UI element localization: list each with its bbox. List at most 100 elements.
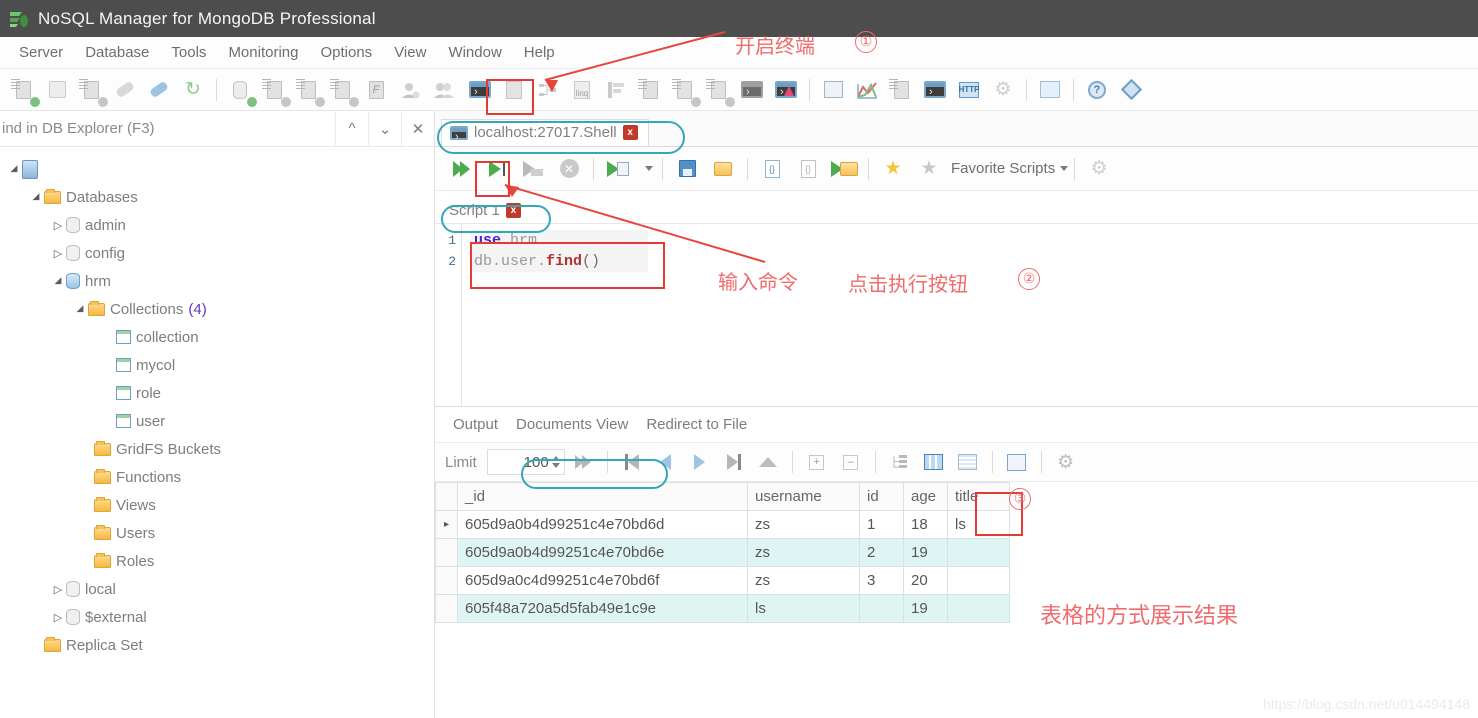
home-icon[interactable] [1035,75,1065,105]
export-icon[interactable] [703,75,735,107]
cell-title[interactable] [947,594,1010,623]
menu-item-options[interactable]: Options [309,42,383,63]
collapse-icon[interactable] [753,447,783,477]
add-favorite-icon[interactable]: ★ [878,154,908,184]
menu-item-tools[interactable]: Tools [160,42,217,63]
tree-item-hrm[interactable]: hrm [6,267,434,295]
cell-id[interactable]: 605d9a0b4d99251c4e70bd6d [457,510,748,539]
tree-item-role[interactable]: role [6,379,434,407]
cell-username[interactable]: zs [747,510,860,539]
script-editor[interactable]: 1 2 use hrm db.user.find() [435,223,1478,406]
new-view-icon[interactable] [293,75,325,107]
tree-item-functions[interactable]: Functions [6,463,434,491]
cell-age[interactable]: 20 [903,566,948,595]
twisty-icon[interactable] [50,611,66,624]
execute-statement-icon[interactable] [482,154,512,184]
table-view-icon[interactable] [635,75,665,105]
column-header-title[interactable]: title [947,482,1010,511]
script-tab[interactable]: Script 1 x [443,200,529,223]
table-row[interactable]: 605d9a0c4d99251c4e70bd6f zs 3 20 [435,566,1010,595]
results-table-container[interactable]: _id username id age title ▸ 605d9a0b4d99… [435,482,1478,718]
cell-age[interactable]: 19 [903,594,948,623]
chevron-up-icon[interactable]: ^ [335,111,368,146]
cell-username[interactable]: zs [747,566,860,595]
prev-page-icon[interactable] [651,447,681,477]
menu-item-window[interactable]: Window [437,42,512,63]
tab-redirect-to-file[interactable]: Redirect to File [638,413,755,436]
column-header-age[interactable]: age [903,482,948,511]
backup-icon[interactable] [737,75,767,105]
tree-item-databases[interactable]: Databases [6,183,434,211]
close-icon[interactable]: ✕ [401,111,434,146]
tree-view-icon[interactable] [885,447,915,477]
expand-all-icon[interactable]: + [802,447,832,477]
tree-item-user[interactable]: user [6,407,434,435]
twisty-icon[interactable] [50,583,66,596]
table-view-icon[interactable] [919,447,949,477]
twisty-icon[interactable] [50,219,66,232]
tree-item-admin[interactable]: admin [6,211,434,239]
about-icon[interactable] [1116,75,1146,105]
menu-item-monitoring[interactable]: Monitoring [217,42,309,63]
tree-item-gridfs-buckets[interactable]: GridFS Buckets [6,435,434,463]
twisty-icon[interactable] [28,192,44,203]
table-row[interactable]: 605d9a0b4d99251c4e70bd6e zs 2 19 [435,538,1010,567]
shell-tab[interactable]: localhost:27017.Shell x [441,119,649,146]
new-user-icon[interactable] [395,75,425,105]
tree-item-external[interactable]: $external [6,603,434,631]
new-database-icon[interactable] [225,75,257,107]
disconnect-icon[interactable] [144,75,174,105]
new-connection-icon[interactable] [8,75,40,107]
fetch-all-icon[interactable] [568,447,598,477]
results-settings-icon[interactable]: ⚙ [1051,447,1081,477]
script-tab-close-icon[interactable]: x [505,203,521,218]
open-document-editor-icon[interactable] [499,75,529,105]
tree-item-local[interactable]: local [6,575,434,603]
twisty-icon[interactable] [50,247,66,260]
chart-icon[interactable] [852,75,882,105]
open-script-icon[interactable] [708,154,738,184]
open-shell-icon[interactable] [465,75,495,105]
next-page-icon[interactable] [685,447,715,477]
cell-age[interactable]: 18 [903,510,948,539]
cell-id[interactable]: 605d9a0b4d99251c4e70bd6e [457,538,748,567]
tree-item-collection[interactable]: collection [6,323,434,351]
cell-idnum[interactable] [859,594,904,623]
twisty-icon[interactable] [72,304,88,315]
first-page-icon[interactable] [617,447,647,477]
tree-item-roles[interactable]: Roles [6,547,434,575]
execute-all-icon[interactable] [446,154,476,184]
tab-documents-view[interactable]: Documents View [508,413,636,436]
twisty-icon[interactable] [6,164,22,175]
remove-favorite-icon[interactable]: ★ [914,154,944,184]
column-header-id[interactable]: _id [457,482,748,511]
menu-item-view[interactable]: View [383,42,437,63]
editor-code-area[interactable]: use hrm db.user.find() [461,224,1478,406]
settings-gear-icon[interactable]: ⚙ [988,75,1018,105]
tab-output[interactable]: Output [445,413,506,436]
export-results-icon[interactable] [1002,447,1032,477]
menu-item-help[interactable]: Help [513,42,566,63]
copy-documents-icon[interactable] [886,75,916,105]
stop-icon[interactable]: ✕ [554,154,584,184]
duplicate-connection-icon[interactable] [76,75,108,107]
execute-options-caret-icon[interactable] [639,154,653,184]
table-row[interactable]: 605f48a720a5d5fab49e1c9e ls 19 [435,594,1010,623]
tree-item-replica-set[interactable]: Replica Set [6,631,434,659]
tree-item-mycol[interactable]: mycol [6,351,434,379]
tree-item-users[interactable]: Users [6,519,434,547]
import-icon[interactable] [669,75,701,107]
column-header-idnum[interactable]: id [859,482,904,511]
limit-input[interactable]: 100 [486,449,565,475]
linq-query-icon[interactable]: linq [567,75,597,105]
cell-id[interactable]: 605d9a0c4d99251c4e70bd6f [457,566,748,595]
unformat-json-icon[interactable]: {} [793,154,823,184]
tree-item-views[interactable]: Views [6,491,434,519]
limit-stepper[interactable] [551,456,560,468]
sql-query-icon[interactable] [601,75,631,105]
menu-item-database[interactable]: Database [74,42,160,63]
cell-username[interactable]: zs [747,538,860,567]
new-function-icon[interactable]: F [361,75,391,105]
new-collection-icon[interactable] [259,75,291,107]
tree-item-config[interactable]: config [6,239,434,267]
